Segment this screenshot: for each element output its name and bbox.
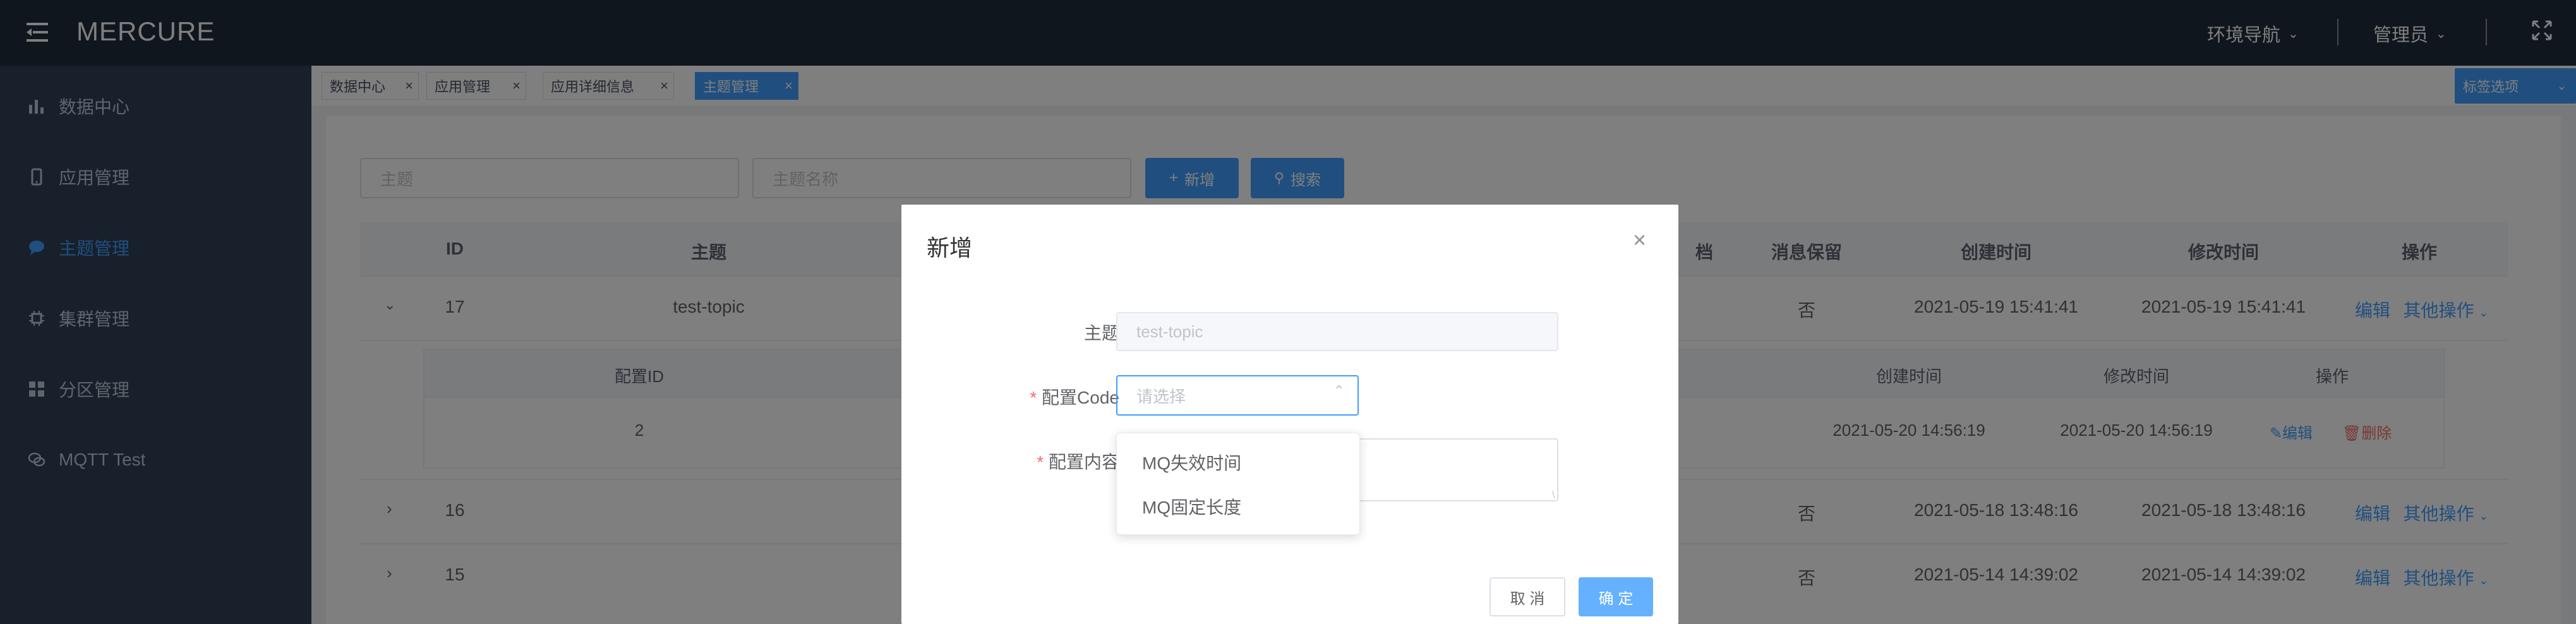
dialog-title: 新增 <box>927 235 973 261</box>
config-code-label-text: 配置Code <box>1042 388 1119 407</box>
config-code-select[interactable]: 请选择 ⌃ <box>1116 375 1359 416</box>
dropdown-option[interactable]: MQ失效时间 <box>1142 450 1241 475</box>
config-content-label-text: 配置内容 <box>1048 452 1119 472</box>
chevron-up-icon: ⌃ <box>1333 383 1345 399</box>
add-dialog: 新增 × 主题 test-topic * 配置Code 请选择 ⌃ * 配置内容… <box>901 205 1678 624</box>
config-code-dropdown: MQ失效时间 MQ固定长度 <box>1116 433 1360 535</box>
confirm-button[interactable]: 确 定 <box>1579 577 1653 616</box>
resize-handle-icon[interactable]: ∖ <box>1550 489 1556 500</box>
dropdown-option[interactable]: MQ固定长度 <box>1142 494 1241 519</box>
config-content-label: * 配置内容 <box>996 448 1119 474</box>
config-code-label: * 配置Code <box>996 384 1119 409</box>
close-icon[interactable]: × <box>1633 229 1646 251</box>
topic-field: test-topic <box>1116 312 1558 351</box>
cancel-button[interactable]: 取 消 <box>1490 577 1565 616</box>
confirm-label: 确 定 <box>1598 590 1634 608</box>
required-asterisk: * <box>1037 452 1044 472</box>
topic-label: 主题 <box>1083 323 1119 343</box>
cancel-label: 取 消 <box>1510 590 1545 608</box>
config-code-placeholder: 请选择 <box>1136 387 1186 406</box>
required-asterisk: * <box>1030 388 1037 407</box>
